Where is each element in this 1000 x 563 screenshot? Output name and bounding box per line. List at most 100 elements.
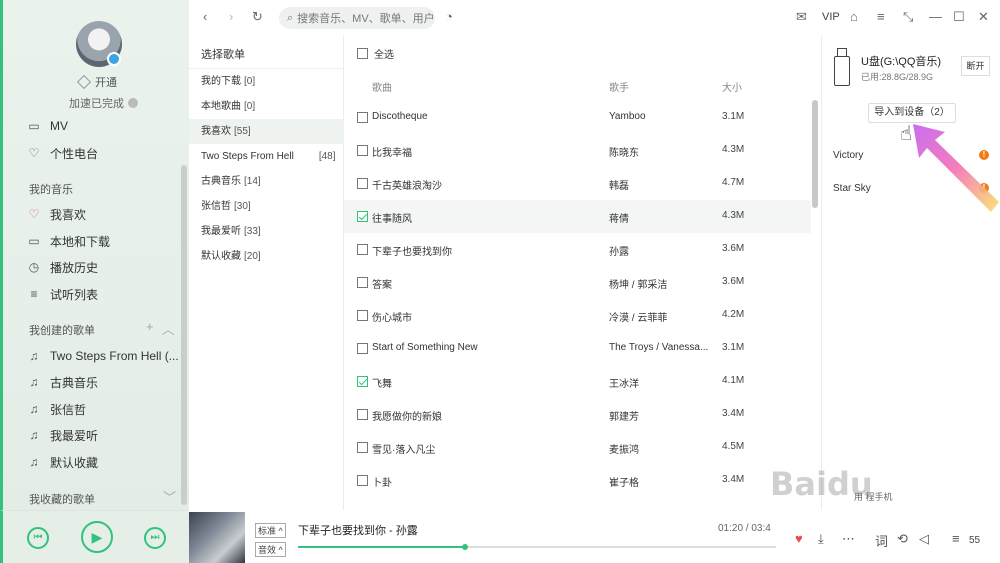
more-icon[interactable]: ⋯ xyxy=(842,531,855,547)
song-list-scrollbar[interactable] xyxy=(812,100,818,208)
sidebar-item-playlist[interactable]: ♫ 默认收藏 xyxy=(27,453,99,471)
table-row[interactable]: 往事随风 蒋倩 4.3M xyxy=(344,200,811,233)
close-icon[interactable]: ✕ xyxy=(978,9,989,25)
expand-icon[interactable]: ﹀ xyxy=(163,487,176,506)
sidebar-item-playlist[interactable]: ♫ Two Steps From Hell (... xyxy=(27,347,179,365)
row-checkbox[interactable] xyxy=(357,112,368,123)
quality-tag[interactable]: 标准 ^ xyxy=(255,523,286,538)
forward-icon[interactable]: › xyxy=(229,9,233,24)
next-button[interactable]: ⏭ xyxy=(144,527,166,549)
row-checkbox[interactable] xyxy=(357,475,368,486)
disconnect-button[interactable]: 断开 xyxy=(961,56,990,76)
playlist-count: [55] xyxy=(234,126,251,137)
song-artist[interactable]: 杨坤 / 郭采洁 xyxy=(609,276,714,291)
add-icon[interactable]: + xyxy=(146,319,154,338)
playlist-item[interactable]: Two Steps From Hell [48] xyxy=(189,144,344,169)
table-row[interactable]: 千古英雄浪淘沙 韩磊 4.7M xyxy=(344,167,811,200)
sidebar-item-preview-list[interactable]: ≡ 试听列表 xyxy=(27,285,98,303)
song-artist[interactable]: The Troys / Vanessa... xyxy=(609,342,714,353)
maximize-icon[interactable]: ☐ xyxy=(953,9,965,25)
table-row[interactable]: 卜卦 崔子格 3.4M xyxy=(344,464,811,497)
playlist-item[interactable]: 古典音乐 [14] xyxy=(189,169,344,194)
volume-icon[interactable]: ◁ xyxy=(919,531,929,547)
song-artist[interactable]: 陈晓东 xyxy=(609,144,714,159)
device-item[interactable]: Star Sky xyxy=(833,183,871,194)
lyrics-icon[interactable]: 词 xyxy=(875,531,888,550)
playlist-item[interactable]: 张信哲 [30] xyxy=(189,194,344,219)
column-header-title[interactable]: 歌曲 xyxy=(372,79,392,94)
vip-open-link[interactable]: 开通 xyxy=(76,74,117,90)
sidebar-item-mv[interactable]: ▭ MV xyxy=(27,117,68,135)
row-checkbox[interactable] xyxy=(357,376,368,387)
sidebar-item-local[interactable]: ▭ 本地和下载 xyxy=(27,232,110,250)
mail-icon[interactable]: ✉ xyxy=(796,9,807,25)
song-artist[interactable]: 冷漠 / 云菲菲 xyxy=(609,309,714,324)
select-all-checkbox[interactable]: 全选 xyxy=(357,46,394,61)
mini-mode-icon[interactable]: ⤡ xyxy=(903,9,913,25)
recognize-icon[interactable]: ◔ xyxy=(445,9,453,24)
table-row[interactable]: Start of Something New The Troys / Vaness… xyxy=(344,332,811,365)
table-row[interactable]: 伤心城市 冷漠 / 云菲菲 4.2M xyxy=(344,299,811,332)
effect-tag[interactable]: 音效 ^ xyxy=(255,542,286,557)
back-icon[interactable]: ‹ xyxy=(203,9,207,24)
sidebar-item-playlist[interactable]: ♫ 古典音乐 xyxy=(27,373,99,391)
row-checkbox[interactable] xyxy=(357,178,368,189)
device-item[interactable]: Victory xyxy=(833,150,863,161)
row-checkbox[interactable] xyxy=(357,442,368,453)
collapse-icon[interactable]: ︿ xyxy=(162,319,175,338)
song-artist[interactable]: 蒋倩 xyxy=(609,210,714,225)
search-input[interactable]: ⌕ 搜索音乐、MV、歌单、用户 xyxy=(279,7,435,29)
playlist-item[interactable]: 本地歌曲 [0] xyxy=(189,94,344,119)
table-row[interactable]: 飞舞 王冰洋 4.1M xyxy=(344,365,811,398)
table-row[interactable]: 答案 杨坤 / 郭采洁 3.6M xyxy=(344,266,811,299)
checkbox[interactable] xyxy=(357,48,368,59)
play-button[interactable]: ▶ xyxy=(81,521,113,553)
row-checkbox[interactable] xyxy=(357,211,368,222)
song-artist[interactable]: 郭建芳 xyxy=(609,408,714,423)
album-cover[interactable] xyxy=(189,512,245,563)
skin-icon[interactable]: ⌂ xyxy=(850,9,858,24)
row-checkbox[interactable] xyxy=(357,145,368,156)
playlist-item[interactable]: 默认收藏 [20] xyxy=(189,244,344,269)
song-artist[interactable]: 韩磊 xyxy=(609,177,714,192)
refresh-icon[interactable]: ↻ xyxy=(252,9,263,25)
playlist-item[interactable]: 我最爱听 [33] xyxy=(189,219,344,244)
table-row[interactable]: 下辈子也要找到你 孙露 3.6M xyxy=(344,233,811,266)
progress-bar[interactable] xyxy=(298,544,776,550)
playlist-item-selected[interactable]: 我喜欢 [55] xyxy=(189,119,344,144)
now-playing-title[interactable]: 下辈子也要找到你 - 孙露 xyxy=(298,522,418,538)
table-row[interactable]: Discotheque Yamboo 3.1M xyxy=(344,101,811,134)
menu-icon[interactable]: ≡ xyxy=(877,9,885,24)
row-checkbox[interactable] xyxy=(357,310,368,321)
playlist-item[interactable]: 我的下载 [0] xyxy=(189,69,344,94)
row-checkbox[interactable] xyxy=(357,244,368,255)
table-row[interactable]: 雪见·落入凡尘 麦振鸿 4.5M xyxy=(344,431,811,464)
song-artist[interactable]: 麦振鸿 xyxy=(609,441,714,456)
column-header-artist[interactable]: 歌手 xyxy=(609,79,629,94)
playlist-name: 张信哲 xyxy=(201,201,231,212)
song-artist[interactable]: 孙露 xyxy=(609,243,714,258)
sidebar-scrollbar[interactable] xyxy=(181,165,187,505)
song-artist[interactable]: Yamboo xyxy=(609,111,714,122)
previous-button[interactable]: ⏮ xyxy=(27,527,49,549)
sidebar-item-favorites[interactable]: ♡ 我喜欢 xyxy=(27,205,86,223)
column-header-size[interactable]: 大小 xyxy=(722,79,742,94)
minimize-icon[interactable]: — xyxy=(929,9,942,24)
sidebar-item-radio[interactable]: ♡ 个性电台 xyxy=(27,144,98,162)
sidebar-item-history[interactable]: ◷ 播放历史 xyxy=(27,258,98,276)
loop-icon[interactable]: ⟲ xyxy=(897,531,908,547)
row-checkbox[interactable] xyxy=(357,343,368,354)
row-checkbox[interactable] xyxy=(357,277,368,288)
sidebar-item-playlist[interactable]: ♫ 我最爱听 xyxy=(27,426,99,444)
playlist-icon[interactable]: ≡ xyxy=(952,531,960,546)
vip-button[interactable]: VIP xyxy=(822,11,840,23)
sidebar-item-playlist[interactable]: ♫ 张信哲 xyxy=(27,400,87,418)
table-row[interactable]: 我愿做你的新娘 郭建芳 3.4M xyxy=(344,398,811,431)
progress-knob[interactable] xyxy=(462,544,469,550)
heart-icon[interactable]: ♥ xyxy=(795,531,803,546)
row-checkbox[interactable] xyxy=(357,409,368,420)
download-icon[interactable]: ⤓ xyxy=(818,531,824,547)
song-artist[interactable]: 王冰洋 xyxy=(609,375,714,390)
song-artist[interactable]: 崔子格 xyxy=(609,474,714,489)
table-row[interactable]: 比我幸福 陈晓东 4.3M xyxy=(344,134,811,167)
